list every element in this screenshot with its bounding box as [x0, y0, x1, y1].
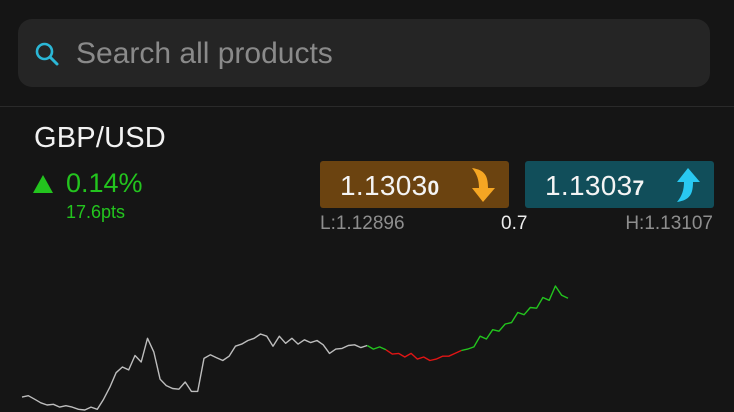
spread: 0.7 [501, 213, 528, 234]
change-points: 17.6pts [66, 202, 126, 222]
day-high: H:1.13107 [625, 213, 713, 234]
divider [0, 106, 734, 107]
price-line-segment-up [366, 344, 387, 351]
arrow-down-curved-icon [472, 168, 495, 202]
arrow-up-curved-icon [677, 168, 700, 202]
sell-price-main: 1.1303 [340, 170, 428, 201]
product-quote-screen: GBP/USD 0.14% 17.6pts 1.13030 1.13037 L:… [0, 0, 734, 412]
buy-price-button[interactable]: 1.13037 [525, 161, 714, 208]
search-icon [35, 42, 59, 66]
price-line-segment-neutral [21, 333, 368, 411]
instrument-name[interactable]: GBP/USD [34, 122, 166, 155]
sell-price: 1.13030 [340, 170, 439, 202]
price-chart[interactable] [0, 260, 734, 412]
buy-price-main: 1.1303 [545, 170, 633, 201]
change-percent: 0.14% [66, 168, 143, 198]
day-low: L:1.12896 [320, 213, 405, 234]
sell-price-button[interactable]: 1.13030 [320, 161, 509, 208]
search-bar[interactable] [18, 19, 710, 87]
search-input[interactable] [74, 29, 698, 79]
sell-price-pip: 0 [427, 177, 440, 200]
price-line-segment-down [385, 349, 462, 362]
price-line-segment-up [461, 285, 569, 352]
triangle-up-icon [33, 175, 53, 193]
buy-price: 1.13037 [545, 170, 644, 202]
buy-price-pip: 7 [632, 177, 645, 200]
